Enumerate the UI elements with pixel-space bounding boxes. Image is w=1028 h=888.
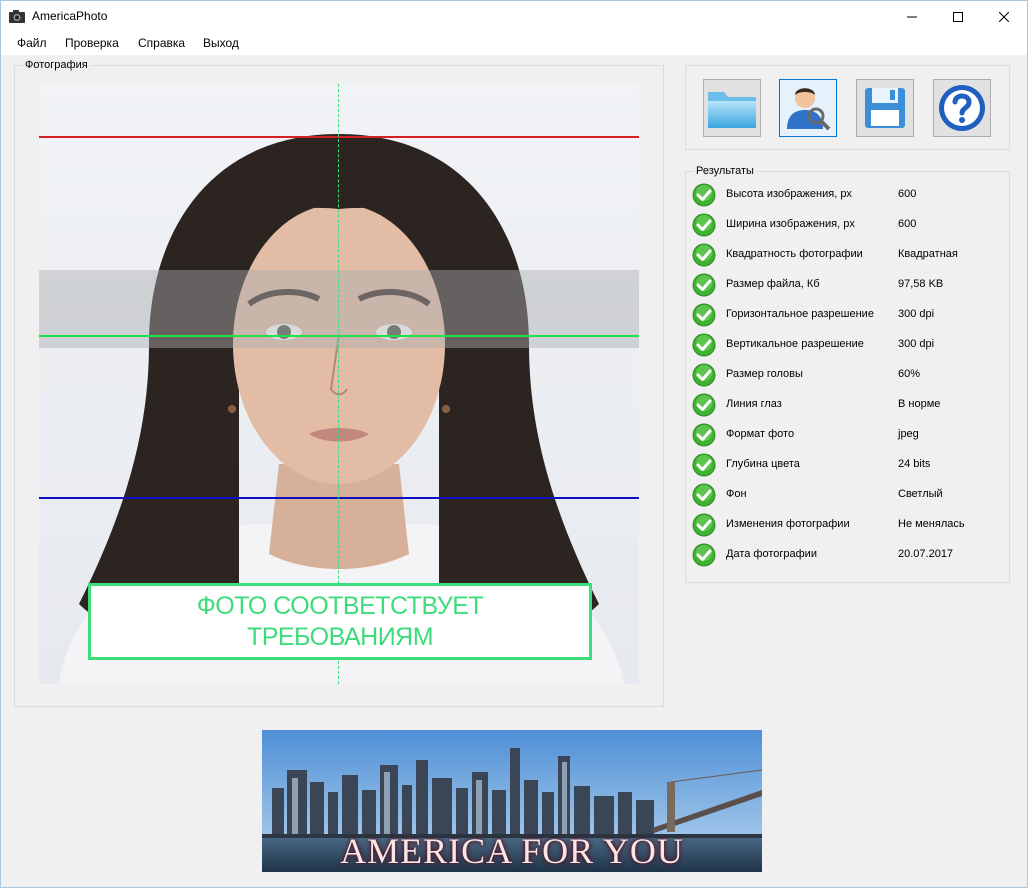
result-row: Дата фотографии 20.07.2017: [692, 543, 1002, 567]
banner-text: AMERICA FOR YOU: [340, 831, 684, 871]
result-row: Вертикальное разрешение 300 dpi: [692, 333, 1002, 357]
check-icon: [692, 513, 716, 537]
check-icon: [692, 303, 716, 327]
save-button[interactable]: [856, 79, 914, 137]
camera-icon: [9, 10, 25, 23]
result-label: Вертикальное разрешение: [726, 338, 864, 350]
result-value: 300 dpi: [898, 308, 935, 320]
close-button[interactable]: [981, 1, 1027, 32]
result-row: Ширина изображения, px 600: [692, 213, 1002, 237]
result-value: Не менялась: [898, 518, 965, 530]
result-row: Фон Светлый: [692, 483, 1002, 507]
check-icon: [692, 183, 716, 207]
check-icon: [692, 483, 716, 507]
result-row: Формат фото jpeg: [692, 423, 1002, 447]
result-label: Горизонтальное разрешение: [726, 308, 874, 320]
result-label: Фон: [726, 488, 747, 500]
result-value: 24 bits: [898, 458, 931, 470]
toolbar: [685, 65, 1010, 150]
result-label: Формат фото: [726, 428, 795, 440]
minimize-button[interactable]: [889, 1, 935, 32]
result-row: Высота изображения, px 600: [692, 183, 1002, 207]
menu-help[interactable]: Справка: [138, 36, 185, 50]
verdict-line-1: ФОТО СООТВЕТСТВУЕТ: [196, 591, 484, 620]
check-icon: [692, 213, 716, 237]
chin-line: [39, 497, 639, 499]
check-icon: [692, 423, 716, 447]
check-icon: [692, 393, 716, 417]
result-value: 600: [898, 218, 917, 230]
result-label: Дата фотографии: [726, 548, 817, 560]
window-title: AmericaPhoto: [32, 9, 108, 23]
check-face-button[interactable]: [779, 79, 837, 137]
result-row: Глубина цвета 24 bits: [692, 453, 1002, 477]
result-label: Размер головы: [726, 368, 803, 380]
menu-bar: Файл Проверка Справка Выход: [1, 32, 1027, 55]
result-row: Квадратность фотографии Квадратная: [692, 243, 1002, 267]
maximize-icon: [953, 11, 963, 22]
folder-icon: [708, 92, 756, 128]
result-value: 97,58 KB: [898, 278, 944, 290]
result-value: В норме: [898, 398, 941, 410]
result-label: Размер файла, Кб: [726, 278, 820, 290]
check-icon: [692, 333, 716, 357]
head-top-line: [39, 136, 639, 138]
photo-group-label: Фотография: [23, 59, 90, 72]
face-search-icon: [787, 88, 831, 131]
close-icon: [999, 11, 1009, 22]
check-icon: [692, 273, 716, 297]
result-value: 60%: [898, 368, 921, 380]
menu-exit[interactable]: Выход: [203, 36, 239, 50]
result-row: Размер файла, Кб 97,58 KB: [692, 273, 1002, 297]
result-value: 600: [898, 188, 917, 200]
result-value: jpeg: [898, 428, 919, 440]
result-row: Горизонтальное разрешение 300 dpi: [692, 303, 1002, 327]
result-row: Размер головы 60%: [692, 363, 1002, 387]
result-label: Глубина цвета: [726, 458, 800, 470]
result-label: Квадратность фотографии: [726, 248, 863, 260]
result-value: 300 dpi: [898, 338, 935, 350]
result-label: Изменения фотографии: [726, 518, 850, 530]
app-window: AmericaPhoto Файл Проверка Справка Выход…: [0, 0, 1028, 888]
result-label: Ширина изображения, px: [726, 218, 855, 230]
verdict-line-2: ТРЕБОВАНИЯМ: [246, 622, 434, 651]
check-icon: [692, 243, 716, 267]
results-group: Результаты Высота изображения, px 600 Шири…: [685, 165, 1010, 583]
result-label: Высота изображения, px: [726, 188, 852, 200]
menu-file[interactable]: Файл: [17, 36, 47, 50]
open-folder-button[interactable]: [703, 79, 761, 137]
result-label: Линия глаз: [726, 398, 782, 410]
floppy-disk-icon: [865, 88, 905, 128]
eye-line: [39, 335, 639, 337]
result-value: Светлый: [898, 488, 943, 500]
maximize-button[interactable]: [935, 1, 981, 32]
check-icon: [692, 543, 716, 567]
help-button[interactable]: [933, 79, 991, 137]
result-value: Квадратная: [898, 248, 958, 260]
result-row: Изменения фотографии Не менялась: [692, 513, 1002, 537]
verdict-box: ФОТО СООТВЕТСТВУЕТ ТРЕБОВАНИЯМ: [88, 583, 592, 660]
result-row: Линия глаз В норме: [692, 393, 1002, 417]
minimize-icon: [907, 16, 917, 17]
check-icon: [692, 363, 716, 387]
results-group-label: Результаты: [694, 165, 756, 178]
menu-check[interactable]: Проверка: [65, 36, 119, 50]
title-bar: AmericaPhoto: [1, 1, 1027, 32]
photo-preview: ФОТО СООТВЕТСТВУЕТ ТРЕБОВАНИЯМ: [39, 84, 639, 684]
result-value: 20.07.2017: [898, 548, 954, 560]
question-mark-icon: [939, 85, 985, 131]
check-icon: [692, 453, 716, 477]
america-for-you-banner: AMERICA FOR YOU: [262, 730, 762, 872]
